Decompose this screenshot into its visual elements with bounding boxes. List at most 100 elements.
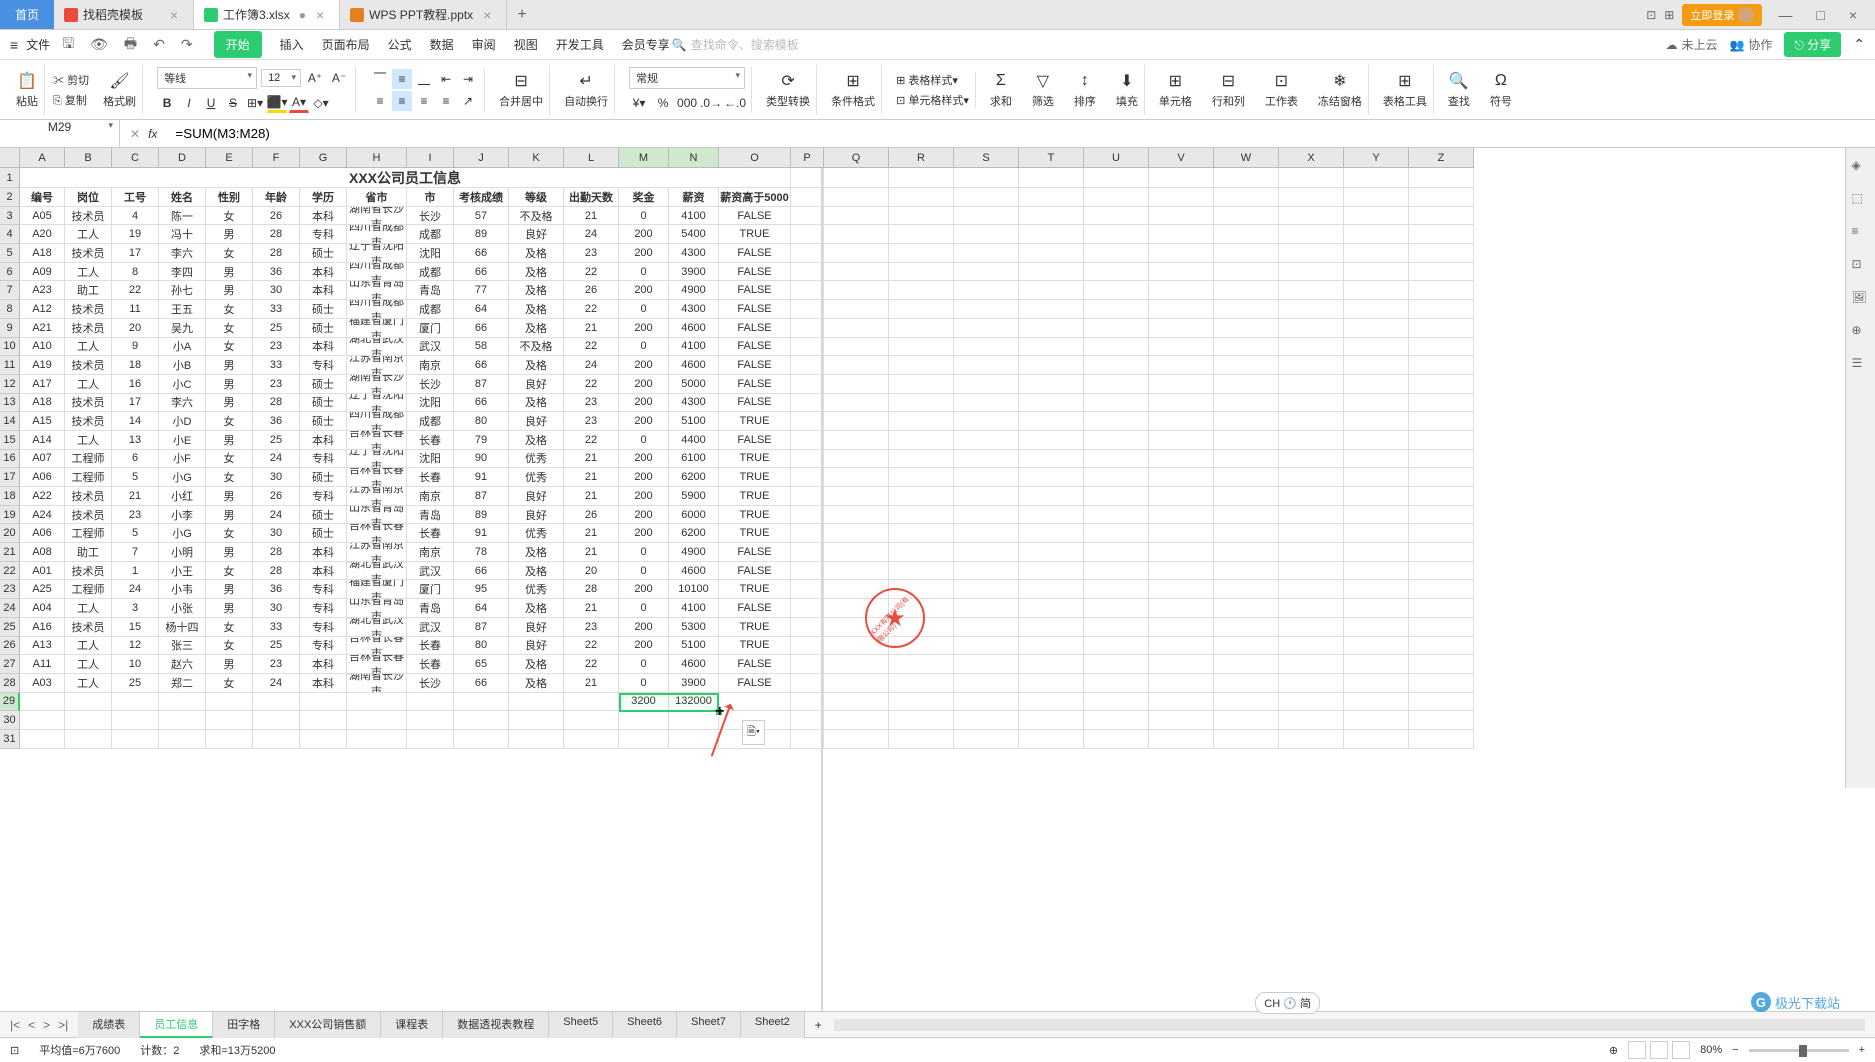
cell-V22[interactable]: [1149, 562, 1214, 581]
cell-W29[interactable]: [1214, 693, 1279, 712]
page-view-icon[interactable]: [1650, 1041, 1668, 1059]
cell-F11[interactable]: 33: [253, 356, 300, 375]
cell-H16[interactable]: 辽宁省沈阳市: [347, 450, 407, 469]
cell-D21[interactable]: 小明: [159, 543, 206, 562]
cell-C17[interactable]: 5: [112, 468, 159, 487]
cell-L20[interactable]: 21: [564, 524, 619, 543]
strikethrough-button[interactable]: S: [223, 93, 243, 113]
cell-W5[interactable]: [1214, 244, 1279, 263]
home-tab[interactable]: 首页: [0, 0, 54, 29]
cell-D4[interactable]: 冯十: [159, 225, 206, 244]
cell-R21[interactable]: [889, 543, 954, 562]
cell-I30[interactable]: [407, 711, 454, 730]
cell-I29[interactable]: [407, 693, 454, 712]
cell-W17[interactable]: [1214, 468, 1279, 487]
cell-P5[interactable]: [791, 244, 824, 263]
cell-Q27[interactable]: [824, 655, 889, 674]
cell-A31[interactable]: [20, 730, 65, 749]
cell-Z20[interactable]: [1409, 524, 1474, 543]
cell-S26[interactable]: [954, 637, 1019, 656]
cell-Y29[interactable]: [1344, 693, 1409, 712]
decrease-font-icon[interactable]: A⁻: [329, 68, 349, 88]
increase-decimal-icon[interactable]: .0→: [701, 93, 721, 113]
row-head-18[interactable]: 18: [0, 487, 20, 506]
cell-L12[interactable]: 22: [564, 375, 619, 394]
menu-tab-公式[interactable]: 公式: [388, 31, 412, 58]
cell-R8[interactable]: [889, 300, 954, 319]
row-head-22[interactable]: 22: [0, 562, 20, 581]
cell-P28[interactable]: [791, 674, 824, 693]
cell-T20[interactable]: [1019, 524, 1084, 543]
cell-L19[interactable]: 26: [564, 506, 619, 525]
cell-E29[interactable]: [206, 693, 253, 712]
cell-G31[interactable]: [300, 730, 347, 749]
zoom-out-button[interactable]: −: [1732, 1044, 1738, 1056]
cell-N7[interactable]: 4900: [669, 281, 719, 300]
cell-F5[interactable]: 28: [253, 244, 300, 263]
cell-W1[interactable]: [1214, 168, 1279, 188]
cell-L5[interactable]: 23: [564, 244, 619, 263]
cell-Y4[interactable]: [1344, 225, 1409, 244]
cell-X17[interactable]: [1279, 468, 1344, 487]
cell-Y19[interactable]: [1344, 506, 1409, 525]
cell-I22[interactable]: 武汉: [407, 562, 454, 581]
share-button[interactable]: ⎋ 分享: [1784, 32, 1841, 57]
cell-S15[interactable]: [954, 431, 1019, 450]
cell-J2[interactable]: 考核成绩: [454, 188, 509, 207]
cell-L13[interactable]: 23: [564, 394, 619, 413]
cell-X22[interactable]: [1279, 562, 1344, 581]
menu-tab-开发工具[interactable]: 开发工具: [556, 31, 604, 58]
cell-G9[interactable]: 硕士: [300, 319, 347, 338]
cell-J11[interactable]: 66: [454, 356, 509, 375]
normal-view-icon[interactable]: [1628, 1041, 1646, 1059]
cell-F8[interactable]: 33: [253, 300, 300, 319]
cell-F16[interactable]: 24: [253, 450, 300, 469]
cell-V18[interactable]: [1149, 487, 1214, 506]
cell-V21[interactable]: [1149, 543, 1214, 562]
cell-X24[interactable]: [1279, 599, 1344, 618]
cell-F2[interactable]: 年龄: [253, 188, 300, 207]
cell-L15[interactable]: 22: [564, 431, 619, 450]
cell-H12[interactable]: 湖南省长沙市: [347, 375, 407, 394]
redo-icon[interactable]: ↷: [177, 36, 197, 53]
cell-M16[interactable]: 200: [619, 450, 669, 469]
cell-Q22[interactable]: [824, 562, 889, 581]
col-head-L[interactable]: L: [564, 148, 619, 168]
cell-P4[interactable]: [791, 225, 824, 244]
table-format-button[interactable]: ⊞ 表格样式▾: [896, 72, 969, 88]
cell-G16[interactable]: 专科: [300, 450, 347, 469]
undo-icon[interactable]: ↶: [149, 36, 169, 53]
cell-X15[interactable]: [1279, 431, 1344, 450]
row-head-6[interactable]: 6: [0, 263, 20, 282]
cell-N14[interactable]: 5100: [669, 412, 719, 431]
conditional-format-button[interactable]: ⊞ 条件格式: [831, 71, 875, 109]
cell-E31[interactable]: [206, 730, 253, 749]
cell-H24[interactable]: 山东省青岛市: [347, 599, 407, 618]
cell-V12[interactable]: [1149, 375, 1214, 394]
sheet-tab-员工信息[interactable]: 员工信息: [140, 1012, 213, 1038]
cell-C16[interactable]: 6: [112, 450, 159, 469]
cell-C28[interactable]: 25: [112, 674, 159, 693]
cell-H17[interactable]: 吉林省长春市: [347, 468, 407, 487]
cell-J23[interactable]: 95: [454, 580, 509, 599]
cell-Y17[interactable]: [1344, 468, 1409, 487]
col-head-X[interactable]: X: [1279, 148, 1344, 168]
sheet-tab-数据透视表教程[interactable]: 数据透视表教程: [443, 1012, 549, 1038]
cell-Z13[interactable]: [1409, 394, 1474, 413]
cell-F3[interactable]: 26: [253, 207, 300, 226]
cell-R14[interactable]: [889, 412, 954, 431]
cell-A3[interactable]: A05: [20, 207, 65, 226]
cell-L23[interactable]: 28: [564, 580, 619, 599]
cell-L25[interactable]: 23: [564, 618, 619, 637]
cell-E9[interactable]: 女: [206, 319, 253, 338]
cell-Z27[interactable]: [1409, 655, 1474, 674]
cell-F29[interactable]: [253, 693, 300, 712]
col-head-A[interactable]: A: [20, 148, 65, 168]
cell-U27[interactable]: [1084, 655, 1149, 674]
apps-icon[interactable]: ⊞: [1664, 8, 1674, 22]
cell-C3[interactable]: 4: [112, 207, 159, 226]
worksheet-button[interactable]: ⊡工作表: [1265, 71, 1298, 109]
cell-M6[interactable]: 0: [619, 263, 669, 282]
cell-B20[interactable]: 工程师: [65, 524, 112, 543]
cell-I23[interactable]: 厦门: [407, 580, 454, 599]
